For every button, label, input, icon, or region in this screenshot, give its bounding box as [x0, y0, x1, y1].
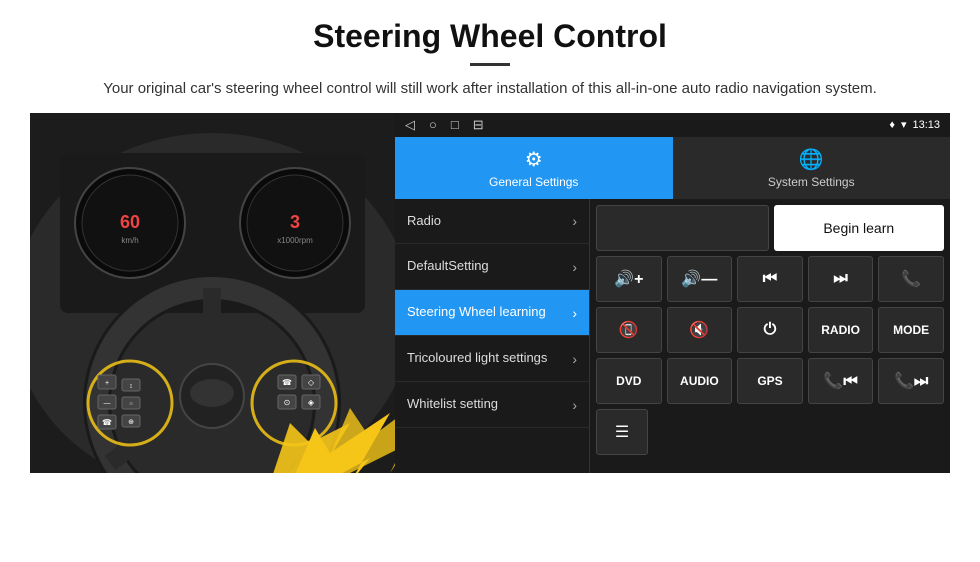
radio-label: RADIO — [821, 323, 860, 337]
next-icon: ⏭ — [833, 270, 847, 288]
control-row-3: DVD AUDIO GPS 📞⏮ 📞⏭ — [596, 358, 944, 404]
svg-text:↕: ↕ — [129, 383, 133, 390]
power-icon: ⏻ — [764, 321, 777, 339]
page-header: Steering Wheel Control Your original car… — [0, 0, 980, 113]
audio-label: AUDIO — [680, 374, 719, 388]
menu-whitelist-label: Whitelist setting — [407, 396, 498, 413]
empty-input-box — [596, 205, 769, 251]
svg-text:x1000rpm: x1000rpm — [277, 236, 313, 245]
tab-system-label: System Settings — [768, 175, 855, 189]
svg-text:◇: ◇ — [308, 378, 315, 387]
whitelist-icon-button[interactable]: ☰ — [596, 409, 648, 455]
svg-text:km/h: km/h — [121, 236, 138, 245]
menu-item-tricoloured[interactable]: Tricoloured light settings › — [395, 336, 589, 382]
back-icon[interactable]: ◁ — [405, 117, 415, 133]
prev-icon: ⏮ — [763, 270, 777, 288]
mode-button[interactable]: MODE — [878, 307, 944, 353]
menu-item-whitelist[interactable]: Whitelist setting › — [395, 382, 589, 428]
content-area: Radio › DefaultSetting › Steering Wheel … — [395, 199, 950, 473]
vol-down-icon: 🔊— — [681, 269, 717, 289]
svg-text:⊙: ⊙ — [284, 398, 291, 407]
mode-label: MODE — [893, 323, 929, 337]
control-row-2: 📵 🔇 ⏻ RADIO MODE — [596, 307, 944, 353]
settings-tabs: ⚙ General Settings 🌐 System Settings — [395, 137, 950, 199]
menu-icon[interactable]: ⊟ — [473, 117, 484, 133]
nav-icons: ◁ ○ □ ⊟ — [405, 117, 484, 133]
dvd-label: DVD — [616, 374, 641, 388]
menu-item-steering[interactable]: Steering Wheel learning › — [395, 290, 589, 336]
nav-next-button[interactable]: 📞⏭ — [878, 358, 944, 404]
title-divider — [470, 63, 510, 66]
gps-label: GPS — [757, 374, 782, 388]
gps-button[interactable]: GPS — [737, 358, 803, 404]
vol-up-button[interactable]: 🔊+ — [596, 256, 662, 302]
general-settings-icon: ⚙ — [525, 147, 543, 172]
tab-system[interactable]: 🌐 System Settings — [673, 137, 951, 199]
right-panel: Begin learn 🔊+ 🔊— ⏮ ⏭ — [590, 199, 950, 473]
tab-general-label: General Settings — [489, 175, 578, 189]
vol-up-icon: 🔊+ — [614, 269, 643, 289]
prev-button[interactable]: ⏮ — [737, 256, 803, 302]
radio-button[interactable]: RADIO — [808, 307, 874, 353]
menu-radio-label: Radio — [407, 213, 441, 230]
svg-text:☎: ☎ — [282, 378, 292, 387]
chevron-icon: › — [572, 351, 577, 367]
hangup-button[interactable]: 📵 — [596, 307, 662, 353]
menu-item-default[interactable]: DefaultSetting › — [395, 244, 589, 290]
mute-icon: 🔇 — [689, 320, 709, 340]
left-menu: Radio › DefaultSetting › Steering Wheel … — [395, 199, 590, 473]
audio-button[interactable]: AUDIO — [667, 358, 733, 404]
vol-down-button[interactable]: 🔊— — [667, 256, 733, 302]
menu-tricoloured-label: Tricoloured light settings — [407, 350, 547, 367]
dvd-button[interactable]: DVD — [596, 358, 662, 404]
recents-icon[interactable]: □ — [451, 117, 459, 132]
chevron-icon: › — [572, 259, 577, 275]
svg-text:☎: ☎ — [102, 418, 112, 427]
page-title: Steering Wheel Control — [40, 18, 940, 55]
nav-prev-button[interactable]: 📞⏮ — [808, 358, 874, 404]
android-panel: ◁ ○ □ ⊟ ♦ ▾ 13:13 ⚙ General Settings 🌐 S… — [395, 113, 950, 473]
svg-text:+: + — [105, 380, 109, 387]
svg-text:3: 3 — [290, 212, 300, 232]
menu-default-label: DefaultSetting — [407, 258, 489, 275]
tab-general[interactable]: ⚙ General Settings — [395, 137, 673, 199]
control-row-1: 🔊+ 🔊— ⏮ ⏭ 📞 — [596, 256, 944, 302]
svg-text:≡: ≡ — [129, 401, 133, 408]
menu-item-radio[interactable]: Radio › — [395, 199, 589, 245]
svg-text:—: — — [104, 400, 111, 407]
chevron-icon: › — [572, 213, 577, 229]
signal-icon: ▾ — [901, 118, 907, 131]
main-content: 60 km/h 3 x1000rpm + — ☎ — [30, 113, 950, 473]
status-right: ♦ ▾ 13:13 — [889, 118, 940, 131]
power-button[interactable]: ⏻ — [737, 307, 803, 353]
menu-steering-label: Steering Wheel learning — [407, 304, 546, 321]
chevron-icon: › — [572, 305, 577, 321]
whitelist-icon: ☰ — [615, 422, 629, 442]
begin-learn-button[interactable]: Begin learn — [774, 205, 945, 251]
svg-text:60: 60 — [120, 212, 140, 232]
steering-wheel-image: 60 km/h 3 x1000rpm + — ☎ — [30, 113, 395, 473]
svg-text:⊕: ⊕ — [128, 419, 134, 426]
home-icon[interactable]: ○ — [429, 117, 437, 132]
whitelist-icon-row: ☰ — [596, 409, 944, 455]
next-button[interactable]: ⏭ — [808, 256, 874, 302]
status-bar: ◁ ○ □ ⊟ ♦ ▾ 13:13 — [395, 113, 950, 137]
nav-next-icon: 📞⏭ — [894, 371, 928, 391]
nav-prev-icon: 📞⏮ — [823, 371, 857, 391]
call-icon: 📞 — [901, 269, 921, 289]
begin-learn-row: Begin learn — [596, 205, 944, 251]
hangup-icon: 📵 — [619, 320, 639, 340]
mute-button[interactable]: 🔇 — [667, 307, 733, 353]
location-icon: ♦ — [889, 119, 895, 131]
call-button[interactable]: 📞 — [878, 256, 944, 302]
svg-text:◈: ◈ — [308, 398, 315, 407]
clock: 13:13 — [912, 119, 940, 131]
chevron-icon: › — [572, 397, 577, 413]
page-subtitle: Your original car's steering wheel contr… — [40, 78, 940, 101]
system-settings-icon: 🌐 — [799, 147, 824, 172]
